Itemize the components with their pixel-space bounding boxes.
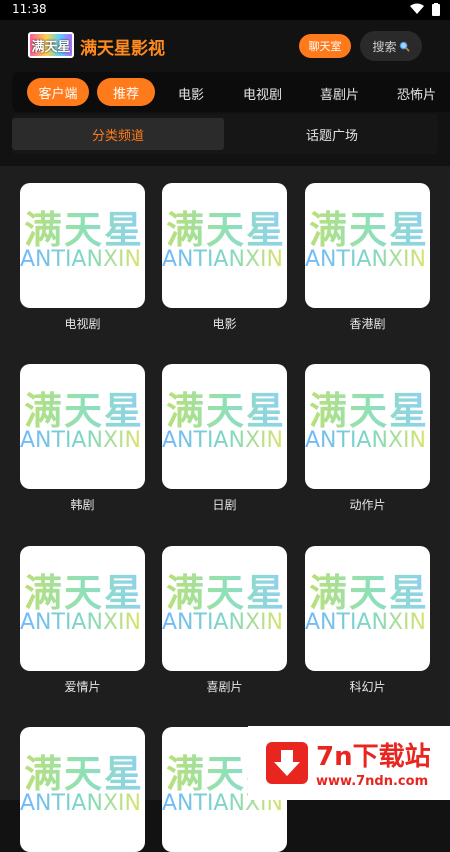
- app-header: 满天星 满天星影视 聊天室 搜索: [0, 20, 450, 72]
- status-icons: [410, 3, 440, 16]
- category-label: 电视剧: [64, 317, 101, 331]
- category-thumbnail: 满天星 ANTIANXIN: [305, 364, 430, 489]
- download-icon: [266, 742, 308, 784]
- tab-topic-square[interactable]: 话题广场: [226, 118, 438, 150]
- category-thumbnail: 满天星 ANTIANXIN: [162, 364, 287, 489]
- thumbnail-logo-cn: 满天星: [309, 562, 429, 617]
- category-thumbnail: 满天星 ANTIANXIN: [162, 183, 287, 308]
- category-label: 日剧: [212, 498, 237, 512]
- tab-horror[interactable]: 恐怖片: [397, 84, 436, 103]
- chat-room-button[interactable]: 聊天室: [299, 34, 351, 58]
- app-title: 满天星影视: [80, 39, 165, 59]
- category-nav: 客户端 推荐 电影 电视剧 喜剧片 恐怖片: [12, 72, 450, 112]
- category-label: 动作片: [349, 498, 386, 512]
- category-label: 喜剧片: [206, 680, 243, 694]
- thumbnail-logo-en: ANTIANXIN: [305, 610, 426, 635]
- category-grid: 满天星 ANTIANXIN 电视剧 满天星 ANTIANXIN 电影 满天星 ANTI…: [0, 166, 450, 852]
- tab-movie[interactable]: 电影: [178, 84, 204, 103]
- thumbnail-logo-cn: 满天星: [166, 562, 286, 617]
- category-card[interactable]: 满天星 ANTIANXIN 动作片: [305, 364, 430, 513]
- category-label: 科幻片: [349, 680, 386, 694]
- thumbnail-logo-cn: 满天星: [309, 199, 429, 254]
- tab-category-channel[interactable]: 分类频道: [12, 118, 224, 150]
- tab-tv-series[interactable]: 电视剧: [243, 84, 282, 103]
- search-button[interactable]: 搜索: [360, 31, 422, 61]
- wifi-icon: [410, 3, 424, 14]
- thumbnail-logo-en: ANTIANXIN: [20, 247, 141, 272]
- thumbnail-logo-en: ANTIANXIN: [305, 428, 426, 453]
- category-thumbnail: 满天星 ANTIANXIN: [20, 727, 145, 852]
- thumbnail-logo-cn: 满天星: [24, 743, 144, 798]
- thumbnail-logo-cn: 满天星: [24, 562, 144, 617]
- category-card[interactable]: 满天星 ANTIANXIN 喜剧片: [162, 546, 287, 695]
- category-card[interactable]: 满天星 ANTIANXIN 韩剧: [20, 364, 145, 513]
- thumbnail-logo-cn: 满天星: [24, 380, 144, 435]
- thumbnail-logo-en: ANTIANXIN: [20, 428, 141, 453]
- category-card[interactable]: 满天星 ANTIANXIN 电视剧: [20, 183, 145, 332]
- search-label: 搜索: [372, 39, 397, 54]
- category-thumbnail: 满天星 ANTIANXIN: [162, 546, 287, 671]
- watermark-url: www.7ndn.com: [316, 774, 429, 789]
- tab-recommend[interactable]: 推荐: [97, 78, 155, 106]
- category-label: 韩剧: [70, 498, 95, 512]
- tab-comedy[interactable]: 喜剧片: [320, 84, 359, 103]
- category-card[interactable]: 满天星 ANTIANXIN 爱情片: [20, 546, 145, 695]
- category-card[interactable]: 满天星 ANTIANXIN 香港剧: [305, 183, 430, 332]
- thumbnail-logo-en: ANTIANXIN: [305, 247, 426, 272]
- battery-icon: [432, 3, 440, 16]
- thumbnail-logo-cn: 满天星: [166, 380, 286, 435]
- thumbnail-logo-en: ANTIANXIN: [20, 791, 141, 816]
- search-icon: [399, 41, 410, 52]
- category-label: 电影: [212, 317, 237, 331]
- category-card[interactable]: 满天星 ANTIANXIN: [20, 727, 145, 852]
- watermark-title: 7n下载站: [316, 742, 431, 772]
- category-label: 香港剧: [349, 317, 386, 331]
- status-bar: 11:38: [0, 0, 450, 20]
- category-thumbnail: 满天星 ANTIANXIN: [20, 364, 145, 489]
- app-logo: 满天星: [28, 32, 74, 58]
- thumbnail-logo-cn: 满天星: [24, 199, 144, 254]
- thumbnail-logo-en: ANTIANXIN: [162, 610, 283, 635]
- thumbnail-logo-en: ANTIANXIN: [162, 428, 283, 453]
- category-label: 爱情片: [64, 680, 101, 694]
- thumbnail-logo-cn: 满天星: [166, 199, 286, 254]
- category-thumbnail: 满天星 ANTIANXIN: [305, 183, 430, 308]
- category-thumbnail: 满天星 ANTIANXIN: [20, 546, 145, 671]
- logo-text: 满天星: [31, 39, 71, 55]
- category-thumbnail: 满天星 ANTIANXIN: [20, 183, 145, 308]
- category-thumbnail: 满天星 ANTIANXIN: [305, 546, 430, 671]
- status-time: 11:38: [12, 2, 47, 16]
- segment-control: 分类频道 话题广场: [12, 114, 438, 154]
- client-button[interactable]: 客户端: [27, 78, 89, 106]
- site-watermark: 7n下载站 www.7ndn.com: [248, 726, 450, 800]
- category-card[interactable]: 满天星 ANTIANXIN 科幻片: [305, 546, 430, 695]
- category-card[interactable]: 满天星 ANTIANXIN 电影: [162, 183, 287, 332]
- thumbnail-logo-en: ANTIANXIN: [162, 247, 283, 272]
- category-card[interactable]: 满天星 ANTIANXIN 日剧: [162, 364, 287, 513]
- thumbnail-logo-en: ANTIANXIN: [20, 610, 141, 635]
- thumbnail-logo-cn: 满天星: [309, 380, 429, 435]
